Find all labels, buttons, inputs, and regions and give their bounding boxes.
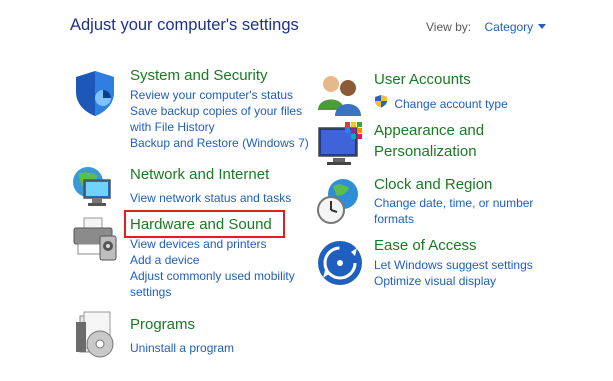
network-status-link[interactable]: View network status and tasks	[130, 190, 291, 206]
printer-icon	[73, 217, 117, 261]
review-status-link[interactable]: Review your computer's status	[130, 87, 309, 103]
network-title[interactable]: Network and Internet	[130, 166, 269, 184]
mobility-settings-link-cont[interactable]: settings	[130, 284, 295, 300]
ease-of-access-title[interactable]: Ease of Access	[374, 237, 477, 255]
programs-title[interactable]: Programs	[130, 316, 195, 334]
appearance-icon	[318, 122, 362, 165]
change-date-time-link[interactable]: Change date, time, or number	[374, 195, 533, 211]
page-title: Adjust your computer's settings	[70, 16, 299, 34]
selection-highlight	[124, 210, 285, 238]
users-icon	[318, 76, 361, 116]
devices-printers-link[interactable]: View devices and printers	[130, 236, 295, 252]
uac-shield-icon	[375, 95, 387, 108]
change-account-type-link[interactable]: Change account type	[374, 94, 508, 112]
suggest-settings-link[interactable]: Let Windows suggest settings	[374, 257, 533, 273]
optimize-display-link[interactable]: Optimize visual display	[374, 273, 533, 289]
shield-icon	[76, 71, 114, 116]
add-device-link[interactable]: Add a device	[130, 252, 295, 268]
system-security-title[interactable]: System and Security	[130, 67, 268, 85]
backup-restore-link[interactable]: Backup and Restore (Windows 7)	[130, 135, 309, 151]
ease-of-access-icon	[318, 241, 362, 285]
chevron-down-icon	[538, 24, 547, 29]
programs-icon	[76, 311, 114, 358]
user-accounts-title[interactable]: User Accounts	[374, 71, 471, 89]
mobility-settings-link[interactable]: Adjust commonly used mobility	[130, 268, 295, 284]
clock-globe-icon	[317, 179, 358, 224]
view-by-label: View by:	[426, 20, 472, 34]
change-account-type-label: Change account type	[394, 97, 508, 111]
view-by-dropdown[interactable]: Category	[484, 20, 547, 34]
change-date-time-link-cont[interactable]: formats	[374, 211, 533, 227]
network-icon	[73, 167, 111, 206]
uninstall-program-link[interactable]: Uninstall a program	[130, 340, 234, 356]
appearance-title-line1[interactable]: Appearance and	[374, 122, 484, 140]
view-by: View by: Category	[426, 20, 547, 34]
clock-region-title[interactable]: Clock and Region	[374, 176, 492, 194]
file-history-link[interactable]: Save backup copies of your files	[130, 103, 309, 119]
file-history-link-cont[interactable]: with File History	[130, 119, 309, 135]
appearance-title-line2[interactable]: Personalization	[374, 143, 477, 161]
